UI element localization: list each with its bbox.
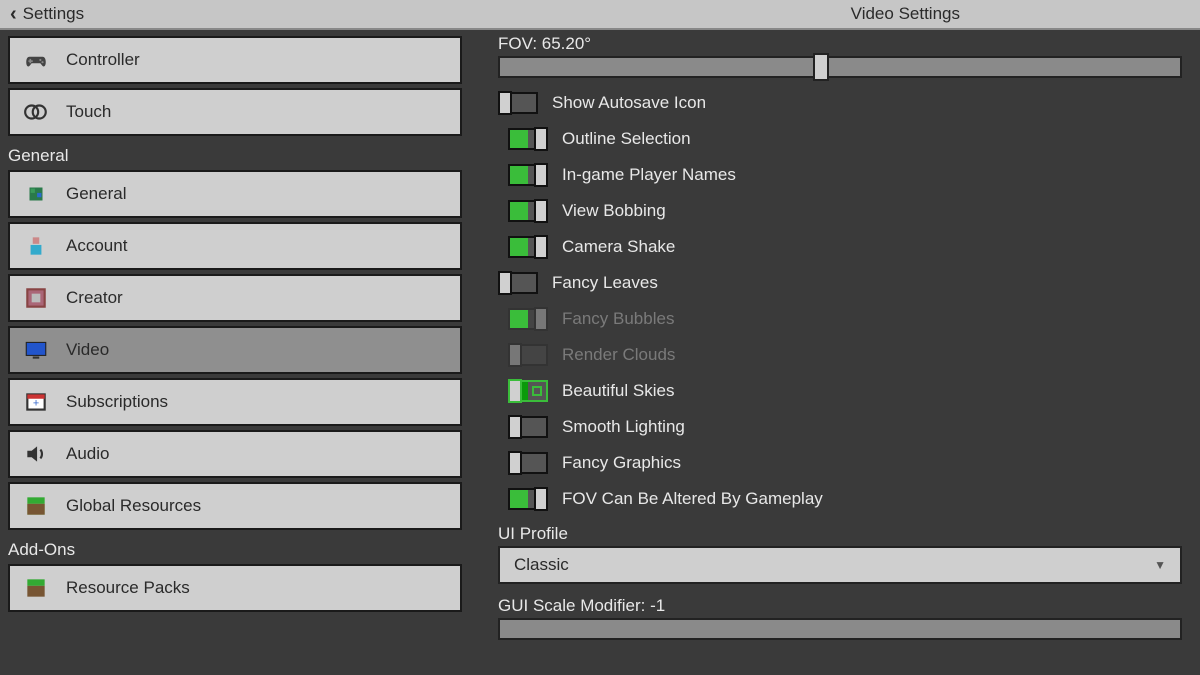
toggle-fancy-bubbles: Fancy Bubbles: [498, 308, 1182, 330]
calendar-icon: +: [22, 388, 50, 416]
header-bar: ‹ Settings Video Settings: [0, 0, 1200, 30]
sidebar-item-label: Global Resources: [66, 496, 201, 516]
sidebar-item-label: Audio: [66, 444, 109, 464]
grass-block-icon: [22, 492, 50, 520]
sidebar-item-label: Creator: [66, 288, 123, 308]
sidebar: Controller Touch General General Account: [0, 30, 470, 675]
sidebar-item-creator[interactable]: Creator: [8, 274, 462, 322]
sidebar-item-label: Controller: [66, 50, 140, 70]
video-settings-panel: FOV: 65.20° Show Autosave Icon Outline S…: [470, 30, 1200, 675]
sidebar-item-resource-packs[interactable]: Resource Packs: [8, 564, 462, 612]
toggle-show-autosave[interactable]: Show Autosave Icon: [498, 92, 1182, 114]
sidebar-item-label: Touch: [66, 102, 111, 122]
touch-icon: [22, 98, 50, 126]
fov-label: FOV: 65.20°: [498, 34, 1182, 54]
chevron-down-icon: ▼: [1154, 558, 1166, 572]
toggle-fov-gameplay[interactable]: FOV Can Be Altered By Gameplay: [498, 488, 1182, 510]
toggle-view-bobbing[interactable]: View Bobbing: [498, 200, 1182, 222]
toggle-beautiful-skies[interactable]: Beautiful Skies: [498, 380, 1182, 402]
fov-slider[interactable]: [498, 56, 1182, 78]
back-label: Settings: [23, 4, 84, 24]
dropdown-value: Classic: [514, 555, 569, 575]
gui-scale-slider[interactable]: [498, 618, 1182, 640]
sidebar-item-label: Subscriptions: [66, 392, 168, 412]
toggle-camera-shake[interactable]: Camera Shake: [498, 236, 1182, 258]
globe-icon: [22, 180, 50, 208]
sidebar-item-label: General: [66, 184, 126, 204]
sidebar-item-audio[interactable]: Audio: [8, 430, 462, 478]
sidebar-item-label: Video: [66, 340, 109, 360]
sidebar-item-label: Resource Packs: [66, 578, 190, 598]
chevron-left-icon: ‹: [10, 3, 17, 26]
grass-block-icon: [22, 574, 50, 602]
sidebar-item-general[interactable]: General: [8, 170, 462, 218]
toggle-ingame-names[interactable]: In-game Player Names: [498, 164, 1182, 186]
gui-scale-label: GUI Scale Modifier: -1: [498, 596, 1182, 616]
toggle-render-clouds: Render Clouds: [498, 344, 1182, 366]
ui-profile-dropdown[interactable]: Classic ▼: [498, 546, 1182, 584]
page-title: Video Settings: [851, 4, 960, 24]
sidebar-item-controller[interactable]: Controller: [8, 36, 462, 84]
ui-profile-label: UI Profile: [498, 524, 1182, 544]
sidebar-item-video[interactable]: Video: [8, 326, 462, 374]
controller-icon: [22, 46, 50, 74]
sidebar-item-label: Account: [66, 236, 127, 256]
back-button[interactable]: ‹ Settings: [0, 3, 84, 26]
sidebar-item-subscriptions[interactable]: + Subscriptions: [8, 378, 462, 426]
section-label-addons: Add-Ons: [8, 534, 462, 564]
toggle-smooth-lighting[interactable]: Smooth Lighting: [498, 416, 1182, 438]
monitor-icon: [22, 336, 50, 364]
toggle-fancy-leaves[interactable]: Fancy Leaves: [498, 272, 1182, 294]
toggle-outline-selection[interactable]: Outline Selection: [498, 128, 1182, 150]
sidebar-item-account[interactable]: Account: [8, 222, 462, 270]
slider-thumb[interactable]: [813, 53, 829, 81]
account-icon: [22, 232, 50, 260]
toggle-fancy-graphics[interactable]: Fancy Graphics: [498, 452, 1182, 474]
sidebar-item-global-resources[interactable]: Global Resources: [8, 482, 462, 530]
sidebar-item-touch[interactable]: Touch: [8, 88, 462, 136]
creator-icon: [22, 284, 50, 312]
svg-text:+: +: [33, 397, 39, 409]
section-label-general: General: [8, 140, 462, 170]
speaker-icon: [22, 440, 50, 468]
